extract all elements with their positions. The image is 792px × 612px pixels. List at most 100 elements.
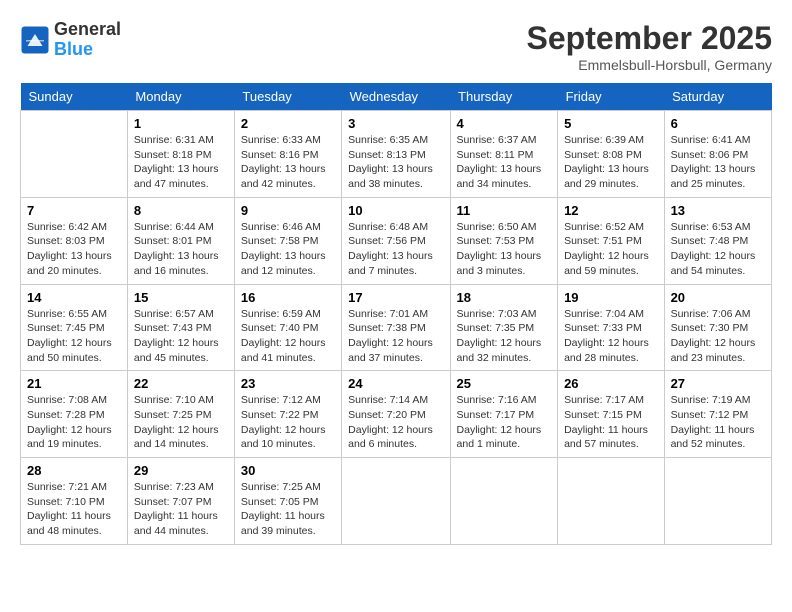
day-info: Sunrise: 7:12 AM Sunset: 7:22 PM Dayligh… bbox=[241, 393, 335, 452]
logo: General Blue bbox=[20, 20, 121, 60]
week-row-1: 1 Sunrise: 6:31 AM Sunset: 8:18 PM Daylig… bbox=[21, 111, 772, 198]
day-info: Sunrise: 6:44 AM Sunset: 8:01 PM Dayligh… bbox=[134, 220, 228, 279]
day-number: 29 bbox=[134, 463, 228, 478]
weekday-header-sunday: Sunday bbox=[21, 83, 128, 111]
calendar-cell: 4Sunrise: 6:37 AM Sunset: 8:11 PM Daylig… bbox=[450, 111, 558, 198]
day-info: Sunrise: 6:31 AM Sunset: 8:18 PM Dayligh… bbox=[134, 133, 228, 192]
calendar-cell bbox=[450, 458, 558, 545]
day-number: 2 bbox=[241, 116, 335, 131]
day-info: Sunrise: 7:23 AM Sunset: 7:07 PM Dayligh… bbox=[134, 480, 228, 539]
calendar-cell: 3Sunrise: 6:35 AM Sunset: 8:13 PM Daylig… bbox=[342, 111, 450, 198]
day-info: Sunrise: 7:21 AM Sunset: 7:10 PM Dayligh… bbox=[27, 480, 121, 539]
calendar-cell: 25 Sunrise: 7:16 AM Sunset: 7:17 PM Dayli… bbox=[450, 371, 558, 458]
day-info: Sunrise: 6:46 AM Sunset: 7:58 PM Dayligh… bbox=[241, 220, 335, 279]
day-number: 10 bbox=[348, 203, 443, 218]
day-info: Sunrise: 7:14 AM Sunset: 7:20 PM Dayligh… bbox=[348, 393, 443, 452]
day-info: Sunrise: 7:17 AM Sunset: 7:15 PM Dayligh… bbox=[564, 393, 658, 452]
day-info: Sunrise: 6:41 AM Sunset: 8:06 PM Dayligh… bbox=[671, 133, 765, 192]
calendar-cell: 13Sunrise: 6:53 AM Sunset: 7:48 PM Dayli… bbox=[664, 197, 771, 284]
day-info: Sunrise: 6:35 AM Sunset: 8:13 PM Dayligh… bbox=[348, 133, 443, 192]
weekday-header-friday: Friday bbox=[558, 83, 665, 111]
day-info: Sunrise: 6:55 AM Sunset: 7:45 PM Dayligh… bbox=[27, 307, 121, 366]
day-info: Sunrise: 7:25 AM Sunset: 7:05 PM Dayligh… bbox=[241, 480, 335, 539]
calendar-cell bbox=[342, 458, 450, 545]
calendar-cell: 29 Sunrise: 7:23 AM Sunset: 7:07 PM Dayli… bbox=[127, 458, 234, 545]
day-number: 9 bbox=[241, 203, 335, 218]
weekday-header-saturday: Saturday bbox=[664, 83, 771, 111]
day-number: 25 bbox=[457, 376, 552, 391]
calendar-cell bbox=[21, 111, 128, 198]
calendar-cell: 18Sunrise: 7:03 AM Sunset: 7:35 PM Dayli… bbox=[450, 284, 558, 371]
calendar-cell: 10 Sunrise: 6:48 AM Sunset: 7:56 PM Dayli… bbox=[342, 197, 450, 284]
day-number: 11 bbox=[457, 203, 552, 218]
calendar-cell: 30 Sunrise: 7:25 AM Sunset: 7:05 PM Dayli… bbox=[234, 458, 341, 545]
calendar-cell: 27 Sunrise: 7:19 AM Sunset: 7:12 PM Dayli… bbox=[664, 371, 771, 458]
calendar-cell: 7Sunrise: 6:42 AM Sunset: 8:03 PM Daylig… bbox=[21, 197, 128, 284]
day-number: 7 bbox=[27, 203, 121, 218]
day-number: 16 bbox=[241, 290, 335, 305]
calendar-cell: 19Sunrise: 7:04 AM Sunset: 7:33 PM Dayli… bbox=[558, 284, 665, 371]
calendar-cell: 28 Sunrise: 7:21 AM Sunset: 7:10 PM Dayli… bbox=[21, 458, 128, 545]
day-info: Sunrise: 6:33 AM Sunset: 8:16 PM Dayligh… bbox=[241, 133, 335, 192]
logo-general-text: General bbox=[54, 20, 121, 40]
calendar-cell: 23 Sunrise: 7:12 AM Sunset: 7:22 PM Dayli… bbox=[234, 371, 341, 458]
day-number: 24 bbox=[348, 376, 443, 391]
day-info: Sunrise: 6:39 AM Sunset: 8:08 PM Dayligh… bbox=[564, 133, 658, 192]
calendar-cell: 12 Sunrise: 6:52 AM Sunset: 7:51 PM Dayli… bbox=[558, 197, 665, 284]
day-number: 15 bbox=[134, 290, 228, 305]
week-row-2: 7Sunrise: 6:42 AM Sunset: 8:03 PM Daylig… bbox=[21, 197, 772, 284]
calendar-cell: 5 Sunrise: 6:39 AM Sunset: 8:08 PM Daylig… bbox=[558, 111, 665, 198]
logo-blue-text: Blue bbox=[54, 40, 121, 60]
day-number: 22 bbox=[134, 376, 228, 391]
calendar-cell bbox=[664, 458, 771, 545]
day-info: Sunrise: 6:48 AM Sunset: 7:56 PM Dayligh… bbox=[348, 220, 443, 279]
week-row-5: 28 Sunrise: 7:21 AM Sunset: 7:10 PM Dayli… bbox=[21, 458, 772, 545]
day-number: 12 bbox=[564, 203, 658, 218]
calendar-cell: 8 Sunrise: 6:44 AM Sunset: 8:01 PM Daylig… bbox=[127, 197, 234, 284]
day-info: Sunrise: 6:57 AM Sunset: 7:43 PM Dayligh… bbox=[134, 307, 228, 366]
calendar-cell: 24 Sunrise: 7:14 AM Sunset: 7:20 PM Dayli… bbox=[342, 371, 450, 458]
day-info: Sunrise: 7:19 AM Sunset: 7:12 PM Dayligh… bbox=[671, 393, 765, 452]
calendar-cell: 26Sunrise: 7:17 AM Sunset: 7:15 PM Dayli… bbox=[558, 371, 665, 458]
day-number: 13 bbox=[671, 203, 765, 218]
day-number: 23 bbox=[241, 376, 335, 391]
weekday-header-tuesday: Tuesday bbox=[234, 83, 341, 111]
weekday-header-row: SundayMondayTuesdayWednesdayThursdayFrid… bbox=[21, 83, 772, 111]
day-info: Sunrise: 7:16 AM Sunset: 7:17 PM Dayligh… bbox=[457, 393, 552, 452]
page-header: General Blue September 2025 Emmelsbull-H… bbox=[20, 20, 772, 73]
day-info: Sunrise: 7:10 AM Sunset: 7:25 PM Dayligh… bbox=[134, 393, 228, 452]
logo-icon bbox=[20, 25, 50, 55]
day-number: 19 bbox=[564, 290, 658, 305]
logo-text: General Blue bbox=[54, 20, 121, 60]
calendar-cell: 2 Sunrise: 6:33 AM Sunset: 8:16 PM Daylig… bbox=[234, 111, 341, 198]
day-number: 28 bbox=[27, 463, 121, 478]
weekday-header-monday: Monday bbox=[127, 83, 234, 111]
day-info: Sunrise: 7:08 AM Sunset: 7:28 PM Dayligh… bbox=[27, 393, 121, 452]
calendar-table: SundayMondayTuesdayWednesdayThursdayFrid… bbox=[20, 83, 772, 545]
day-number: 1 bbox=[134, 116, 228, 131]
calendar-cell: 14 Sunrise: 6:55 AM Sunset: 7:45 PM Dayli… bbox=[21, 284, 128, 371]
calendar-cell: 9 Sunrise: 6:46 AM Sunset: 7:58 PM Daylig… bbox=[234, 197, 341, 284]
day-number: 14 bbox=[27, 290, 121, 305]
calendar-cell: 16 Sunrise: 6:59 AM Sunset: 7:40 PM Dayli… bbox=[234, 284, 341, 371]
calendar-cell: 22 Sunrise: 7:10 AM Sunset: 7:25 PM Dayli… bbox=[127, 371, 234, 458]
day-number: 5 bbox=[564, 116, 658, 131]
day-info: Sunrise: 6:37 AM Sunset: 8:11 PM Dayligh… bbox=[457, 133, 552, 192]
day-number: 27 bbox=[671, 376, 765, 391]
day-number: 6 bbox=[671, 116, 765, 131]
calendar-cell: 21 Sunrise: 7:08 AM Sunset: 7:28 PM Dayli… bbox=[21, 371, 128, 458]
weekday-header-thursday: Thursday bbox=[450, 83, 558, 111]
calendar-cell bbox=[558, 458, 665, 545]
day-number: 20 bbox=[671, 290, 765, 305]
day-number: 30 bbox=[241, 463, 335, 478]
day-info: Sunrise: 6:52 AM Sunset: 7:51 PM Dayligh… bbox=[564, 220, 658, 279]
day-info: Sunrise: 6:59 AM Sunset: 7:40 PM Dayligh… bbox=[241, 307, 335, 366]
day-number: 21 bbox=[27, 376, 121, 391]
day-info: Sunrise: 6:50 AM Sunset: 7:53 PM Dayligh… bbox=[457, 220, 552, 279]
day-number: 17 bbox=[348, 290, 443, 305]
calendar-cell: 20Sunrise: 7:06 AM Sunset: 7:30 PM Dayli… bbox=[664, 284, 771, 371]
week-row-3: 14 Sunrise: 6:55 AM Sunset: 7:45 PM Dayli… bbox=[21, 284, 772, 371]
title-block: September 2025 Emmelsbull-Horsbull, Germ… bbox=[527, 20, 772, 73]
weekday-header-wednesday: Wednesday bbox=[342, 83, 450, 111]
day-number: 8 bbox=[134, 203, 228, 218]
